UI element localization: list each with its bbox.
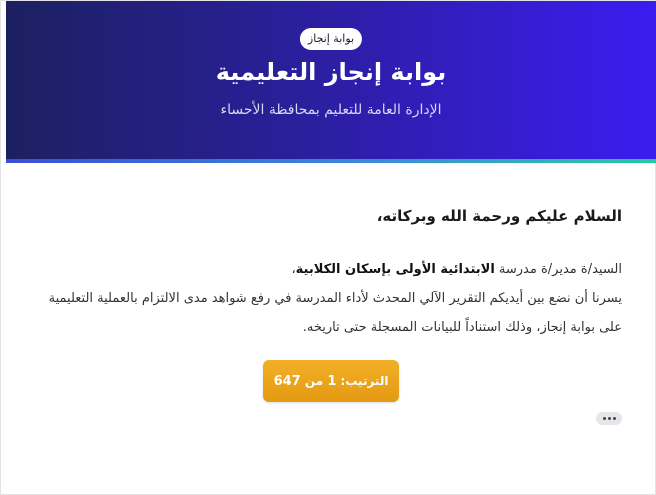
salutation-prefix: السيد/ة مدير/ة مدرسة (498, 262, 622, 277)
more-options-button[interactable] (596, 412, 622, 425)
more-horizontal-icon-dot (602, 417, 606, 420)
portal-subtitle: الإدارة العامة للتعليم بمحافظة الأحساء (220, 102, 442, 118)
rank-button[interactable]: الترتيب: 1 من 647 (263, 360, 399, 402)
message-text: السيد/ة مدير/ة مدرسة الابتدائية الأولى ب… (34, 255, 622, 342)
more-horizontal-icon-dot (607, 417, 611, 420)
email-page: بوابة إنجاز بوابة إنجاز التعليمية الإدار… (0, 0, 656, 495)
rank-position: 1 (327, 374, 337, 389)
portal-title: بوابة إنجاز التعليمية (215, 58, 447, 86)
more-horizontal-icon (612, 417, 616, 420)
portal-badge: بوابة إنجاز (299, 28, 363, 50)
header-banner: بوابة إنجاز بوابة إنجاز التعليمية الإدار… (6, 1, 656, 159)
school-name: الابتدائية الأولى بإسكان الكلابية (295, 262, 495, 277)
rank-total: 647 (273, 374, 301, 389)
salutation-line: السيد/ة مدير/ة مدرسة الابتدائية الأولى ب… (34, 255, 622, 284)
report-paragraph: يسرنا أن نضع بين أيديكم التقرير الآلي ال… (48, 291, 622, 335)
rank-label: الترتيب: (340, 374, 389, 388)
greeting: السلام عليكم ورحمة الله وبركاته، (376, 207, 622, 225)
rank-of: من (304, 374, 324, 388)
header-divider (6, 159, 656, 163)
